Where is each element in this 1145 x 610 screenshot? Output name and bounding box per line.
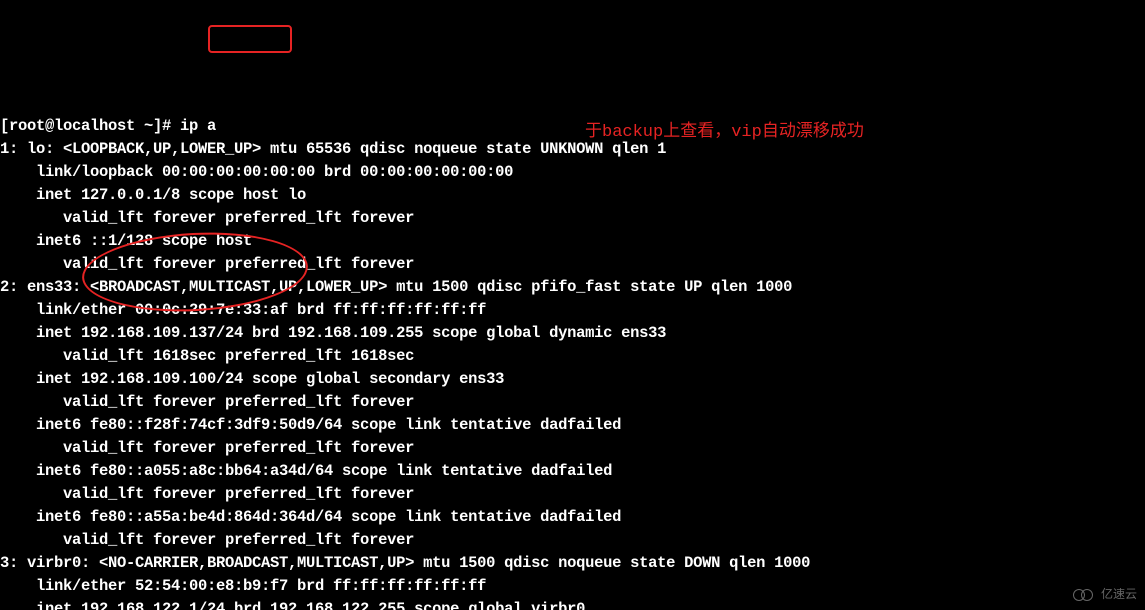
watermark-logo-icon: [1073, 587, 1097, 603]
terminal-line: 1: lo: <LOOPBACK,UP,LOWER_UP> mtu 65536 …: [0, 140, 666, 158]
terminal-line: inet 192.168.122.1/24 brd 192.168.122.25…: [0, 600, 585, 610]
terminal-line: link/ether 00:0c:29:7e:33:af brd ff:ff:f…: [0, 301, 486, 319]
terminal-line: inet 192.168.109.137/24 brd 192.168.109.…: [0, 324, 666, 342]
terminal-line: link/loopback 00:00:00:00:00:00 brd 00:0…: [0, 163, 513, 181]
terminal-line: inet 192.168.109.100/24 scope global sec…: [0, 370, 504, 388]
terminal-line: 3: virbr0: <NO-CARRIER,BROADCAST,MULTICA…: [0, 554, 810, 572]
annotation-note: 于backup上查看，vip自动漂移成功: [585, 121, 864, 144]
terminal-line: inet6 fe80::f28f:74cf:3df9:50d9/64 scope…: [0, 416, 621, 434]
terminal-line: valid_lft forever preferred_lft forever: [0, 255, 414, 273]
terminal-line: inet6 fe80::a55a:be4d:864d:364d/64 scope…: [0, 508, 621, 526]
watermark-text: 亿速云: [1101, 583, 1137, 606]
watermark: 亿速云: [1073, 583, 1137, 606]
terminal-line: valid_lft forever preferred_lft forever: [0, 439, 414, 457]
terminal-output[interactable]: [root@localhost ~]# ip a 1: lo: <LOOPBAC…: [0, 115, 1145, 610]
terminal-line: inet 127.0.0.1/8 scope host lo: [0, 186, 306, 204]
terminal-line: [root@localhost ~]# ip a: [0, 117, 216, 135]
terminal-line: inet6 fe80::a055:a8c:bb64:a34d/64 scope …: [0, 462, 612, 480]
terminal-line: inet6 ::1/128 scope host: [0, 232, 252, 250]
terminal-line: link/ether 52:54:00:e8:b9:f7 brd ff:ff:f…: [0, 577, 486, 595]
highlight-box-command: [208, 25, 292, 53]
terminal-line: valid_lft forever preferred_lft forever: [0, 393, 414, 411]
terminal-line: 2: ens33: <BROADCAST,MULTICAST,UP,LOWER_…: [0, 278, 792, 296]
terminal-line: valid_lft forever preferred_lft forever: [0, 531, 414, 549]
terminal-line: valid_lft forever preferred_lft forever: [0, 485, 414, 503]
terminal-line: valid_lft forever preferred_lft forever: [0, 209, 414, 227]
terminal-line: valid_lft 1618sec preferred_lft 1618sec: [0, 347, 414, 365]
